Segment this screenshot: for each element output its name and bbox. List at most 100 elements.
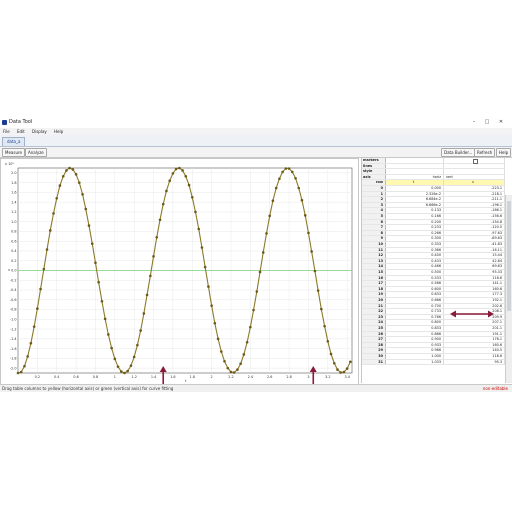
table-cell[interactable] [444,169,505,174]
table-cell[interactable]: 0.400 [386,253,444,258]
table-row[interactable]: 31 1.033 95.3 [362,359,505,366]
table-cell[interactable]: 28 [362,342,386,348]
table-cell[interactable]: 208.1 [444,309,505,314]
data-builder-button[interactable]: Data Builder... [441,148,476,157]
table-cell[interactable]: 13 [362,258,386,264]
table-cell[interactable]: 6 [362,219,386,225]
measure-button[interactable]: Measure [2,148,25,157]
table-cell[interactable]: 19 [362,292,386,297]
table-cell[interactable]: 0 [362,186,386,191]
table-cell[interactable]: -156.6 [444,214,505,219]
table-cell[interactable] [444,158,505,164]
maximize-button[interactable]: □ [481,118,493,126]
table-cell[interactable]: 0.800 [386,320,444,325]
table-cell[interactable]: -41.83 [444,242,505,247]
table-cell[interactable]: 95.33 [444,270,505,275]
table-cell[interactable]: 27 [362,337,386,342]
table-cell[interactable]: 6.666e-2 [386,202,444,208]
table-cell[interactable]: 177.3 [444,292,505,297]
table-cell[interactable]: 95.3 [444,359,505,365]
table-cell[interactable]: 0.200 [386,219,444,225]
table-cell[interactable]: 0.500 [386,270,444,275]
table-cell[interactable]: -196.1 [444,202,505,208]
table-cell[interactable] [386,158,444,163]
table-cell[interactable]: 0.766 [386,314,444,320]
table-cell[interactable]: 22 [362,309,386,314]
table-cell[interactable]: 0.266 [386,230,444,236]
menu-help[interactable]: Help [54,128,63,135]
table-cell[interactable]: 9 [362,236,386,241]
table-cell[interactable]: 15.44 [444,253,505,258]
table-cell[interactable]: 6.684e-2 [386,197,444,202]
table-cell[interactable]: 0.366 [386,247,444,253]
help-button[interactable]: Help [496,148,512,157]
table-cell[interactable]: 1 [362,191,386,197]
table-cell[interactable]: 14 [362,264,386,269]
table-cell[interactable]: 20 [362,298,386,303]
table-cell[interactable]: 8 [362,230,386,236]
table-cell[interactable]: 0.833 [386,326,444,331]
table-cell[interactable]: 12 [362,253,386,258]
table-cell[interactable]: 0.666 [386,298,444,303]
table-cell[interactable]: -211.1 [444,197,505,202]
table-cell[interactable]: lines [362,163,386,169]
table-cell[interactable]: 0.566 [386,281,444,286]
table-cell[interactable]: 0.900 [386,337,444,342]
table-cell[interactable]: 31 [362,359,386,365]
table-cell[interactable]: 24 [362,320,386,325]
table-cell[interactable]: 191.1 [444,331,505,337]
table-cell[interactable]: 0.233 [386,225,444,230]
table-scrollbar[interactable] [505,195,512,383]
menu-file[interactable]: File [3,128,10,135]
table-cell[interactable]: -186.1 [444,208,505,213]
table-cell[interactable]: 201.1 [444,326,505,331]
table-cell[interactable]: 0.866 [386,331,444,337]
table-scroll-thumb[interactable] [507,201,511,311]
table-cell[interactable]: -218.1 [444,191,505,197]
table-cell[interactable]: 192.1 [444,298,505,303]
table-cell[interactable]: 209.9 [444,314,505,320]
table-cell[interactable]: 0.533 [386,275,444,281]
table-cell[interactable]: 23 [362,314,386,320]
table-cell[interactable]: 26 [362,331,386,337]
table-cell[interactable]: -16.11 [444,247,505,253]
table-cell[interactable]: 42.84 [444,258,505,264]
table-cell[interactable]: -154.8 [444,219,505,225]
table-cell[interactable]: 202.6 [444,303,505,309]
table-cell[interactable]: -97.63 [444,230,505,236]
table-cell[interactable]: 0.166 [386,214,444,219]
table-cell[interactable]: 0.600 [386,286,444,292]
table-cell[interactable] [444,163,505,169]
table-cell[interactable]: 160.6 [444,342,505,348]
table-cell[interactable]: -69.63 [444,236,505,241]
table-cell[interactable]: 2.326e-2 [386,191,444,197]
table-cell[interactable]: style [362,169,386,174]
table-cell[interactable]: 29 [362,348,386,353]
table-cell[interactable]: -120.5 [444,225,505,230]
table-cell[interactable]: markers [362,158,386,163]
table-cell[interactable]: 141.1 [444,281,505,286]
table-cell[interactable]: 10 [362,242,386,247]
tab-data-a[interactable]: data_a [2,137,26,146]
table-cell[interactable]: axis [362,174,386,180]
table-cell[interactable]: 0.733 [386,309,444,314]
table-cell[interactable]: 15 [362,270,386,275]
table-cell[interactable]: 1.000 [386,354,444,359]
table-cell[interactable]: 0.466 [386,264,444,269]
table-cell[interactable]: horiz [386,174,444,180]
table-cell[interactable]: 0.333 [386,242,444,247]
table-cell[interactable]: 0.700 [386,303,444,309]
table-cell[interactable]: 0.966 [386,348,444,353]
table-cell[interactable]: 3 [362,202,386,208]
table-cell[interactable]: -223.1 [444,186,505,191]
close-button[interactable]: ✕ [495,118,507,126]
table-cell[interactable]: 7 [362,225,386,230]
table-cell[interactable]: 30 [362,354,386,359]
menu-display[interactable]: Display [32,128,47,135]
table-cell[interactable]: 0.133 [386,208,444,213]
table-cell[interactable]: vert [444,174,505,180]
table-cell[interactable]: 0.433 [386,258,444,264]
table-cell[interactable]: 1.033 [386,359,444,365]
table-cell[interactable]: row [362,180,386,185]
menu-edit[interactable]: Edit [17,128,25,135]
